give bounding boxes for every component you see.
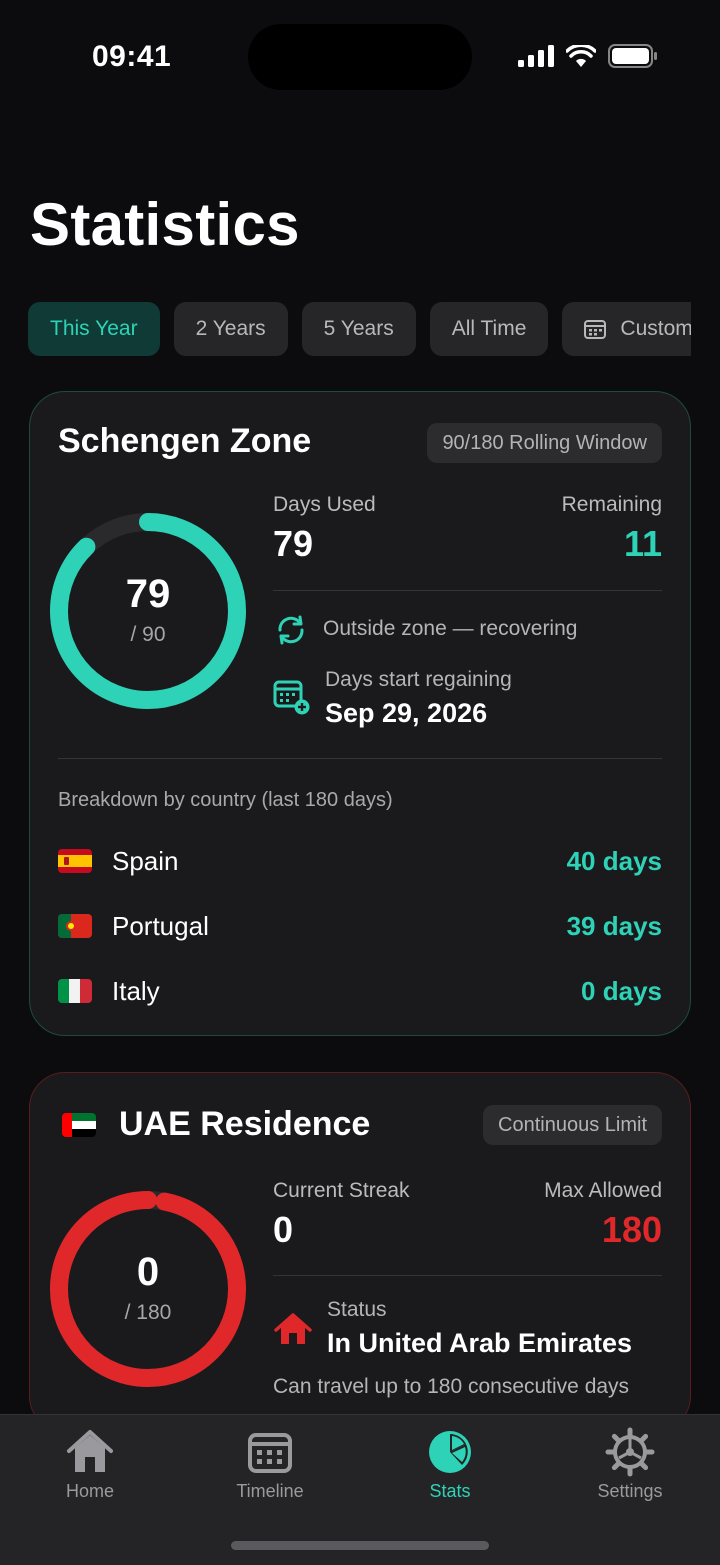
pie-chart-icon: [429, 1431, 471, 1473]
filter-custom[interactable]: Custom: [562, 302, 691, 356]
breakdown-label: Breakdown by country (last 180 days): [58, 789, 393, 811]
tab-label: Home: [65, 1481, 114, 1501]
country-row: Italy 0 days: [58, 971, 662, 1011]
status-label: Status: [327, 1298, 387, 1321]
wifi-icon: [566, 45, 596, 67]
calendar-icon: [584, 320, 607, 339]
divider: [273, 590, 662, 591]
regain-info: Days start regaining Sep 29, 2026: [273, 668, 512, 729]
tab-timeline[interactable]: Timeline: [210, 1427, 330, 1502]
zone-status: Outside zone — recovering: [273, 612, 577, 648]
home-icon: [67, 1430, 113, 1472]
country-days: 0 days: [581, 975, 662, 1006]
spain-flag-icon: [58, 849, 92, 873]
gear-icon: [605, 1427, 655, 1477]
calendar-add-icon: [273, 680, 310, 715]
italy-flag-icon: [58, 979, 92, 1003]
residence-status: Status In United Arab Emirates: [273, 1298, 632, 1359]
ring-center: 79 / 90: [48, 572, 248, 647]
uae-flag-icon: [62, 1113, 96, 1137]
dynamic-island: [248, 24, 472, 90]
country-row: Spain 40 days: [58, 841, 662, 881]
max-value: 180: [601, 1209, 662, 1250]
tab-label: Stats: [429, 1481, 471, 1501]
signal-icon: [518, 45, 554, 67]
regain-label: Days start regaining: [325, 668, 512, 691]
filter-label: All Time: [451, 317, 527, 340]
filter-label: 5 Years: [323, 317, 394, 340]
tab-settings[interactable]: Settings: [570, 1427, 690, 1502]
filter-label: Custom: [620, 317, 691, 340]
ring-center: 0 / 180: [48, 1250, 248, 1325]
card-title: Schengen Zone: [58, 422, 312, 460]
divider: [273, 1275, 662, 1276]
home-indicator: [231, 1541, 489, 1550]
portugal-flag-icon: [58, 914, 92, 938]
schengen-card[interactable]: Schengen Zone 90/180 Rolling Window 79 /…: [29, 391, 691, 1036]
filter-label: 2 Years: [195, 317, 266, 340]
streak-label: Current Streak: [273, 1179, 410, 1202]
status-bar: 09:41: [0, 0, 720, 120]
ring-value: 79: [125, 572, 171, 616]
days-used-label: Days Used: [273, 493, 376, 516]
calendar-icon: [248, 1433, 292, 1473]
tab-stats[interactable]: Stats: [390, 1427, 510, 1502]
regain-date: Sep 29, 2026: [325, 698, 488, 728]
remaining-value: 11: [623, 523, 662, 564]
page-title: Statistics: [30, 191, 300, 258]
uae-card[interactable]: UAE Residence Continuous Limit 0 / 180 C…: [29, 1072, 691, 1432]
filter-this-year[interactable]: This Year: [28, 302, 160, 356]
country-row: Portugal 39 days: [58, 906, 662, 946]
recover-icon: [278, 615, 304, 645]
country-name: Portugal: [112, 910, 209, 941]
status-icons: [518, 44, 658, 68]
country-days: 40 days: [566, 845, 662, 876]
divider: [58, 758, 662, 759]
travel-note: Can travel up to 180 consecutive days: [273, 1375, 630, 1398]
filter-2-years[interactable]: 2 Years: [173, 302, 288, 356]
streak-value: 0: [273, 1209, 294, 1250]
country-days: 39 days: [566, 910, 662, 941]
tab-label: Settings: [597, 1481, 663, 1501]
tab-home[interactable]: Home: [30, 1427, 150, 1502]
country-name: Italy: [112, 975, 160, 1006]
country-name: Spain: [112, 845, 179, 876]
battery-icon: [608, 44, 657, 68]
filter-label: This Year: [50, 317, 138, 340]
remaining-label: Remaining: [561, 493, 662, 516]
house-icon: [274, 1313, 312, 1344]
status-time: 09:41: [92, 40, 172, 73]
max-label: Max Allowed: [544, 1179, 662, 1202]
days-used-value: 79: [273, 523, 314, 564]
card-title: UAE Residence: [119, 1105, 371, 1143]
ring-value: 0: [136, 1250, 160, 1294]
tab-label: Timeline: [236, 1481, 304, 1501]
rule-badge: Continuous Limit: [483, 1105, 662, 1145]
rule-badge: 90/180 Rolling Window: [427, 423, 662, 463]
filter-5-years[interactable]: 5 Years: [301, 302, 416, 356]
status-value: In United Arab Emirates: [327, 1328, 633, 1358]
ring-limit: / 90: [130, 623, 166, 646]
ring-limit: / 180: [124, 1301, 172, 1324]
filter-all-time[interactable]: All Time: [429, 302, 549, 356]
zone-status-text: Outside zone — recovering: [323, 617, 578, 640]
period-filter: This Year 2 Years 5 Years All Time Custo…: [28, 302, 691, 356]
